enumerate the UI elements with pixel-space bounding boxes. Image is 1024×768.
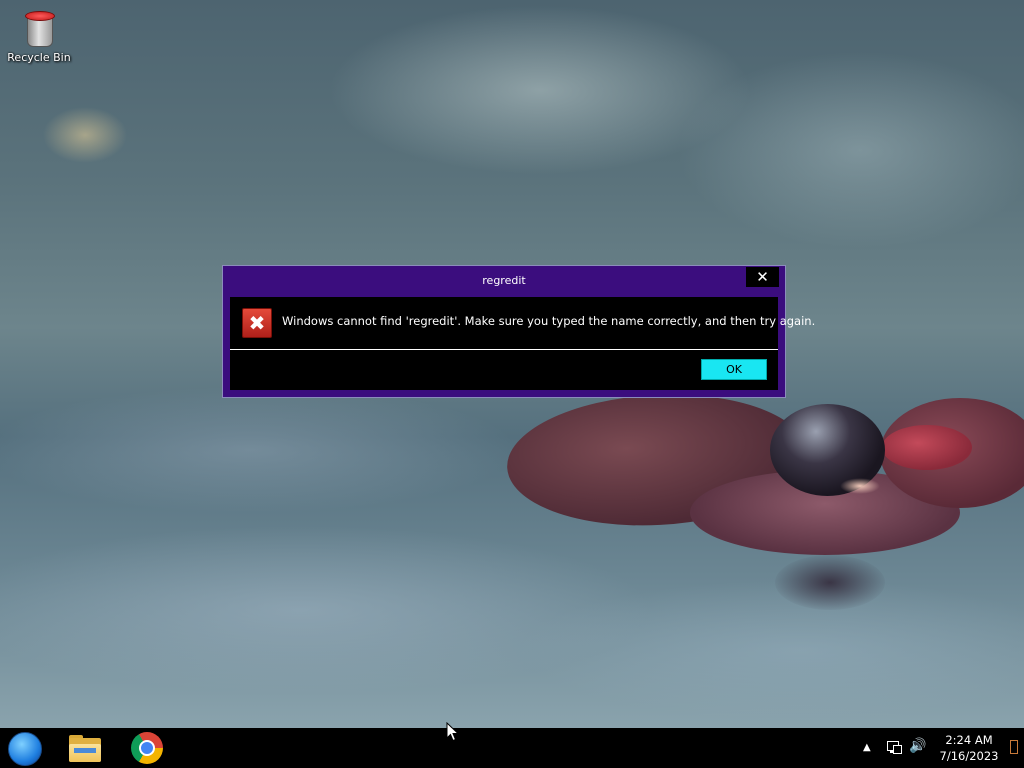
dialog-divider: [230, 349, 778, 350]
clock-date: 7/16/2023: [939, 749, 999, 763]
dialog-title: regredit: [482, 274, 526, 287]
taskbar: ▲ 🔊 2:24 AM 7/16/2023: [0, 728, 1024, 768]
start-button[interactable]: [6, 731, 44, 766]
windows-orb-icon: [8, 732, 42, 766]
ok-button[interactable]: OK: [701, 359, 767, 380]
clock[interactable]: 2:24 AM 7/16/2023: [935, 732, 1003, 764]
chrome-taskbar-button[interactable]: [128, 731, 166, 765]
mouse-pointer-icon: [446, 722, 460, 742]
error-icon: ✖: [242, 308, 272, 338]
clock-time: 2:24 AM: [945, 733, 993, 747]
close-icon: ✕: [756, 268, 769, 286]
error-dialog: regredit ✕ ✖ Windows cannot find 'regred…: [222, 265, 815, 398]
wallpaper-drop-highlight: [840, 478, 880, 494]
close-button[interactable]: ✕: [746, 267, 779, 287]
desktop-background: Recycle Bin regredit ✕ ✖ Windows cannot …: [0, 0, 1024, 728]
recycle-bin-desktop-icon[interactable]: Recycle Bin: [6, 6, 72, 76]
volume-icon[interactable]: 🔊: [909, 738, 926, 754]
dialog-body: ✖ Windows cannot find 'regredit'. Make s…: [230, 297, 815, 390]
wallpaper-petal: [882, 425, 972, 470]
recycle-bin-label: Recycle Bin: [7, 51, 71, 64]
show-hidden-icons-button[interactable]: ▲: [863, 742, 871, 753]
dialog-message: Windows cannot find 'regredit'. Make sur…: [282, 314, 816, 328]
recycle-bin-icon: [24, 8, 55, 47]
file-explorer-taskbar-button[interactable]: [66, 731, 104, 765]
network-icon[interactable]: [886, 740, 902, 756]
wallpaper-reflection: [775, 555, 885, 610]
show-desktop-button[interactable]: [1010, 740, 1018, 754]
